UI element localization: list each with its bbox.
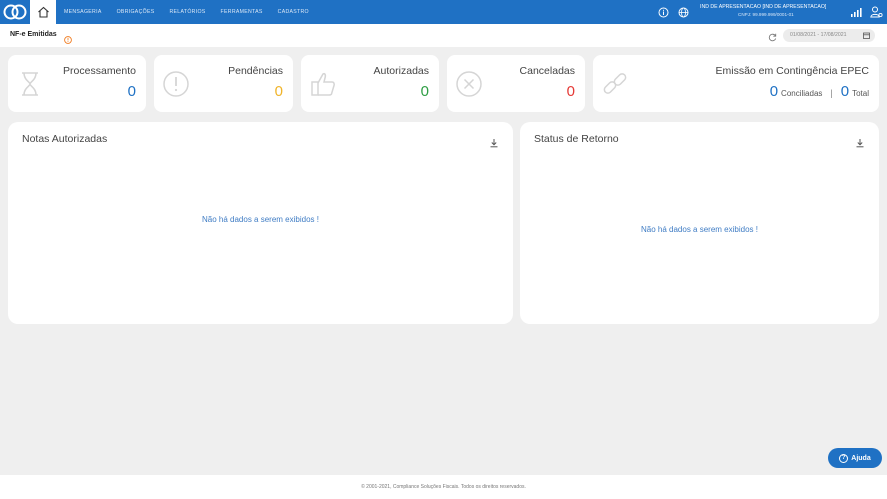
total-label: Total	[852, 89, 869, 98]
logo-icon[interactable]	[0, 0, 30, 24]
menu-ferramentas[interactable]: FERRAMENTAS	[221, 9, 263, 15]
help-button[interactable]: ? Ajuda	[828, 448, 882, 468]
values-separator: |	[830, 88, 833, 98]
top-navigation-bar: MENSAGERIA OBRIGAÇÕES RELATÓRIOS FERRAME…	[0, 0, 887, 24]
home-icon[interactable]	[30, 0, 56, 24]
company-name: IND DE APRESENTACAO [IND DE APRESENTACAO…	[700, 4, 827, 10]
menu-mensageria[interactable]: MENSAGERIA	[64, 9, 102, 15]
hourglass-icon	[16, 69, 44, 99]
card-label: Canceladas	[519, 65, 575, 77]
alert-circle-icon	[162, 69, 190, 99]
refresh-icon[interactable]	[767, 30, 778, 42]
menu-obrigacoes[interactable]: OBRIGAÇÕES	[117, 9, 155, 15]
download-icon[interactable]	[489, 135, 499, 148]
signal-icon[interactable]	[849, 5, 863, 19]
card-pendencias[interactable]: Pendências 0	[154, 55, 293, 112]
help-label: Ajuda	[851, 454, 871, 462]
panel-notas-autorizadas: Notas Autorizadas Não há dados a serem e…	[8, 122, 513, 324]
card-value: 0	[566, 83, 575, 100]
conciliadas-value: 0	[769, 83, 779, 100]
date-range-value: 01/08/2021 - 17/08/2021	[790, 32, 847, 38]
total-value: 0	[840, 83, 850, 100]
calendar-icon	[863, 32, 870, 39]
card-canceladas[interactable]: Canceladas 0	[447, 55, 585, 112]
card-label: Pendências	[228, 65, 283, 77]
menu-cadastro[interactable]: CADASTRO	[278, 9, 309, 15]
thumbs-up-icon	[309, 69, 337, 99]
user-settings-icon[interactable]	[869, 5, 883, 19]
panel-title: Notas Autorizadas	[22, 133, 108, 145]
menu-relatorios[interactable]: RELATÓRIOS	[169, 9, 205, 15]
empty-message: Não há dados a serem exibidos !	[202, 215, 319, 224]
warning-icon[interactable]	[64, 31, 72, 44]
company-cnpj: CNPJ: 99.999.999/0001-01	[738, 12, 794, 17]
download-icon[interactable]	[855, 135, 865, 148]
card-processamento[interactable]: Processamento 0	[8, 55, 146, 112]
company-info[interactable]: IND DE APRESENTACAO [IND DE APRESENTACAO…	[700, 4, 840, 18]
card-value: 0	[274, 83, 283, 100]
footer-copyright: © 2001-2021, Compliance Soluções Fiscais…	[361, 484, 526, 490]
panel-title: Status de Retorno	[534, 133, 619, 145]
card-autorizadas[interactable]: Autorizadas 0	[301, 55, 439, 112]
card-label: Processamento	[63, 65, 136, 77]
conciliadas-label: Conciliadas	[781, 89, 823, 98]
page-title: NF-e Emitidas	[10, 31, 57, 38]
cancel-circle-icon	[455, 69, 483, 99]
date-range-picker[interactable]: 01/08/2021 - 17/08/2021	[783, 29, 875, 42]
empty-message: Não há dados a serem exibidos !	[641, 225, 758, 234]
epec-values: 0 Conciliadas | 0 Total	[770, 83, 869, 100]
card-value: 0	[127, 83, 136, 100]
link-icon	[601, 69, 629, 99]
card-label: Emissão em Contingência EPEC	[715, 65, 870, 77]
card-label: Autorizadas	[373, 65, 429, 77]
globe-icon[interactable]	[676, 5, 690, 19]
help-icon: ?	[839, 453, 849, 463]
panel-status-retorno: Status de Retorno Não há dados a serem e…	[520, 122, 879, 324]
card-value: 0	[420, 83, 429, 100]
main-menu: MENSAGERIA OBRIGAÇÕES RELATÓRIOS FERRAME…	[64, 0, 324, 24]
card-epec[interactable]: Emissão em Contingência EPEC 0 Conciliad…	[593, 55, 879, 112]
info-icon[interactable]	[656, 5, 670, 19]
page-header: NF-e Emitidas 01/08/2021 - 17/08/2021	[0, 24, 887, 47]
footer: © 2001-2021, Compliance Soluções Fiscais…	[0, 475, 887, 499]
